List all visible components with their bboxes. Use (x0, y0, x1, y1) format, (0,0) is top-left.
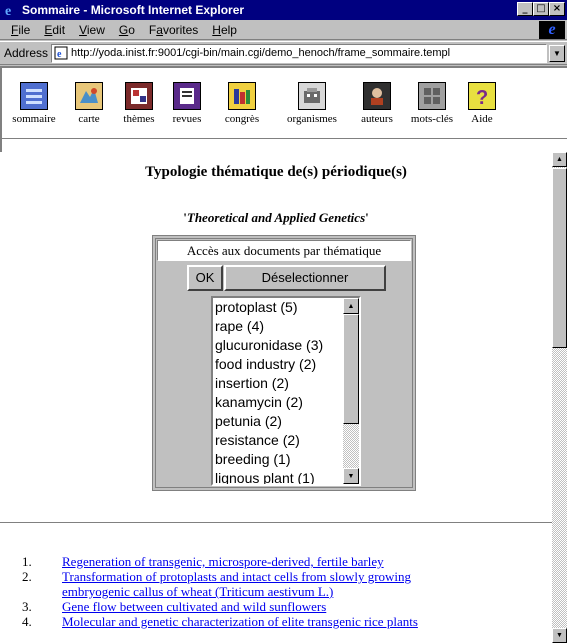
theme-listbox[interactable]: protoplast (5) rape (4) glucuronidase (3… (211, 296, 361, 486)
list-item[interactable]: glucuronidase (3) (214, 336, 342, 355)
listbox-scroll-up-button[interactable]: ▲ (343, 298, 359, 314)
theme-panel: Accès aux documents par thématique OK Dé… (152, 235, 416, 491)
result-number: 1. (22, 554, 32, 569)
list-item[interactable]: lignous plant (1) (214, 469, 342, 484)
address-bar: Address e http://yoda.inist.fr:9001/cgi-… (0, 41, 567, 65)
menu-bar: File Edit View Go Favorites Help (0, 20, 567, 40)
page-icon: e (54, 46, 68, 60)
nav-separator (2, 138, 567, 140)
result-link[interactable]: Gene flow between cultivated and wild su… (62, 599, 326, 614)
content-frame: Typologie thématique de(s) périodique(s)… (0, 152, 552, 643)
address-url: http://yoda.inist.fr:9001/cgi-bin/main.c… (71, 47, 451, 59)
svg-text:?: ? (476, 87, 488, 107)
nav-auteurs[interactable]: auteurs (352, 82, 402, 125)
listbox-scroll-down-button[interactable]: ▼ (343, 468, 359, 484)
nav-icons: sommaire carte thèmes revues congrès org… (6, 82, 502, 125)
menu-favorites[interactable]: Favorites (142, 23, 205, 37)
result-link[interactable]: embryogenic callus of wheat (Triticum ae… (62, 584, 333, 599)
address-field[interactable]: e http://yoda.inist.fr:9001/cgi-bin/main… (51, 43, 547, 63)
content-divider (0, 522, 552, 524)
nav-label: organismes (287, 113, 337, 125)
scroll-down-button[interactable]: ▼ (552, 628, 567, 643)
list-item[interactable]: food industry (2) (214, 355, 342, 374)
minimize-button[interactable]: _ (517, 2, 533, 16)
menu-edit[interactable]: Edit (37, 23, 72, 37)
journals-icon (173, 82, 201, 110)
panel-header: Accès aux documents par thématique (157, 240, 411, 261)
ie-app-icon: e (2, 2, 18, 18)
maximize-button[interactable]: □ (533, 2, 549, 16)
nav-themes[interactable]: thèmes (116, 82, 162, 125)
authors-icon (363, 82, 391, 110)
nav-label: auteurs (361, 113, 393, 125)
nav-label: carte (78, 113, 100, 125)
list-item[interactable]: insertion (2) (214, 374, 342, 393)
title-bar: e Sommaire - Microsoft Internet Explorer… (0, 0, 567, 20)
nav-mots-cles[interactable]: mots-clés (402, 82, 462, 125)
list-item[interactable]: protoplast (5) (214, 298, 342, 317)
listbox-scroll-thumb[interactable] (343, 314, 359, 424)
result-number: 3. (22, 599, 32, 614)
content-scrollbar[interactable]: ▲ ▼ (552, 152, 567, 643)
conferences-icon (228, 82, 256, 110)
menu-go[interactable]: Go (112, 23, 142, 37)
scroll-thumb[interactable] (552, 168, 567, 348)
list-item: 3. Gene flow between cultivated and wild… (22, 599, 542, 614)
address-label: Address (4, 46, 49, 60)
list-item[interactable]: rape (4) (214, 317, 342, 336)
result-link[interactable]: Transformation of protoplasts and intact… (62, 569, 411, 584)
menu-file[interactable]: File (4, 23, 37, 37)
ie-logo-icon: e (539, 21, 565, 39)
nav-label: Aide (471, 113, 493, 125)
nav-label: sommaire (12, 113, 56, 125)
nav-frame: sommaire carte thèmes revues congrès org… (0, 66, 567, 152)
ok-button[interactable]: OK (187, 265, 223, 291)
help-icon: ? (468, 82, 496, 110)
list-item[interactable]: breeding (1) (214, 450, 342, 469)
nav-label: congrès (224, 113, 260, 125)
nav-sommaire[interactable]: sommaire (6, 82, 62, 125)
nav-label: mots-clés (410, 113, 454, 125)
list-item: 2. Transformation of protoplasts and int… (22, 569, 542, 599)
nav-organismes[interactable]: organismes (272, 82, 352, 125)
listbox-scrollbar[interactable]: ▲ ▼ (343, 298, 359, 484)
page-title: Typologie thématique de(s) périodique(s) (145, 164, 407, 180)
close-button[interactable]: × (549, 2, 565, 16)
address-dropdown-button[interactable]: ▼ (549, 44, 565, 62)
result-link[interactable]: Regeneration of transgenic, microspore-d… (62, 554, 384, 569)
journal-name: Theoretical and Applied Genetics (186, 210, 366, 225)
list-item[interactable]: petunia (2) (214, 412, 342, 431)
keywords-icon (418, 82, 446, 110)
organizations-icon (298, 82, 326, 110)
result-number: 4. (22, 614, 32, 629)
nav-revues[interactable]: revues (162, 82, 212, 125)
svg-text:e: e (57, 49, 62, 60)
results-list: 1. Regeneration of transgenic, microspor… (22, 554, 542, 629)
nav-label: thèmes (123, 113, 155, 125)
nav-carte[interactable]: carte (62, 82, 116, 125)
map-icon (75, 82, 103, 110)
journal-title: 'Theoretical and Applied Genetics' (183, 210, 369, 225)
deselect-button[interactable]: Déselectionner (224, 265, 386, 291)
summary-icon (20, 82, 48, 110)
window-title: Sommaire - Microsoft Internet Explorer (22, 3, 245, 17)
themes-icon (125, 82, 153, 110)
nav-congres[interactable]: congrès (212, 82, 272, 125)
menu-view[interactable]: View (72, 23, 112, 37)
list-item[interactable]: kanamycin (2) (214, 393, 342, 412)
list-item: 1. Regeneration of transgenic, microspor… (22, 554, 542, 569)
svg-text:e: e (5, 4, 11, 18)
list-item[interactable]: resistance (2) (214, 431, 342, 450)
menu-help[interactable]: Help (205, 23, 244, 37)
nav-aide[interactable]: ? Aide (462, 82, 502, 125)
scroll-up-button[interactable]: ▲ (552, 152, 567, 167)
result-link[interactable]: Molecular and genetic characterization o… (62, 614, 418, 629)
result-number: 2. (22, 569, 32, 584)
nav-label: revues (172, 113, 202, 125)
list-item: 4. Molecular and genetic characterizatio… (22, 614, 542, 629)
